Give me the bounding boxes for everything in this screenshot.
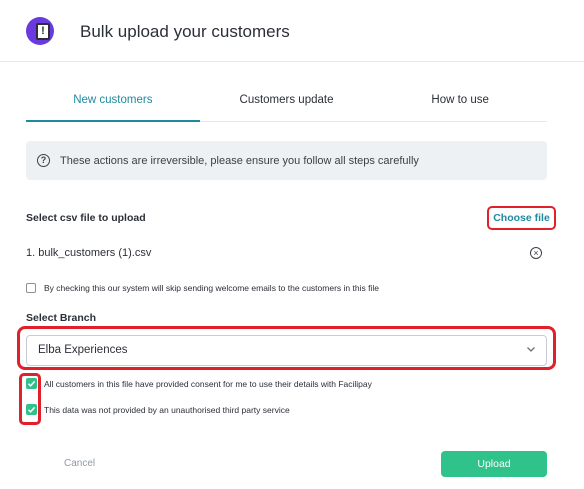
logo-mark: ! xyxy=(41,25,45,37)
skip-email-option: By checking this our system will skip se… xyxy=(26,283,379,293)
consent-checkbox-2[interactable] xyxy=(26,404,37,415)
tab-new-customers[interactable]: New customers xyxy=(26,82,200,122)
tab-bar: New customers Customers update How to us… xyxy=(26,82,547,122)
consent-checkbox-1[interactable] xyxy=(26,378,37,389)
cancel-button[interactable]: Cancel xyxy=(64,458,95,469)
document-alert-icon: ! xyxy=(26,17,54,45)
skip-email-label: By checking this our system will skip se… xyxy=(44,283,379,293)
choose-file-button[interactable]: Choose file xyxy=(487,206,556,230)
chevron-down-icon xyxy=(527,347,535,352)
modal-header: ! Bulk upload your customers xyxy=(0,0,584,62)
skip-email-checkbox[interactable] xyxy=(26,283,36,293)
tab-customers-update[interactable]: Customers update xyxy=(200,82,374,121)
tab-how-to-use[interactable]: How to use xyxy=(373,82,547,121)
question-circle-icon: ? xyxy=(37,154,50,167)
check-icon xyxy=(27,380,36,387)
consent-label-1: All customers in this file have provided… xyxy=(44,379,372,389)
selected-file-name: 1. bulk_customers (1).csv xyxy=(26,247,152,259)
check-icon xyxy=(27,406,36,413)
upload-button[interactable]: Upload xyxy=(441,451,547,477)
branch-selected-value: Elba Experiences xyxy=(38,344,128,356)
consent-label-2: This data was not provided by an unautho… xyxy=(44,405,290,415)
warning-notice: ? These actions are irreversible, please… xyxy=(26,141,547,180)
close-circle-icon[interactable]: × xyxy=(530,247,542,259)
branch-label: Select Branch xyxy=(26,312,97,324)
csv-upload-label: Select csv file to upload xyxy=(26,212,146,224)
branch-select[interactable]: Elba Experiences xyxy=(26,335,547,366)
notice-text: These actions are irreversible, please e… xyxy=(60,154,419,167)
modal-title: Bulk upload your customers xyxy=(80,22,290,41)
